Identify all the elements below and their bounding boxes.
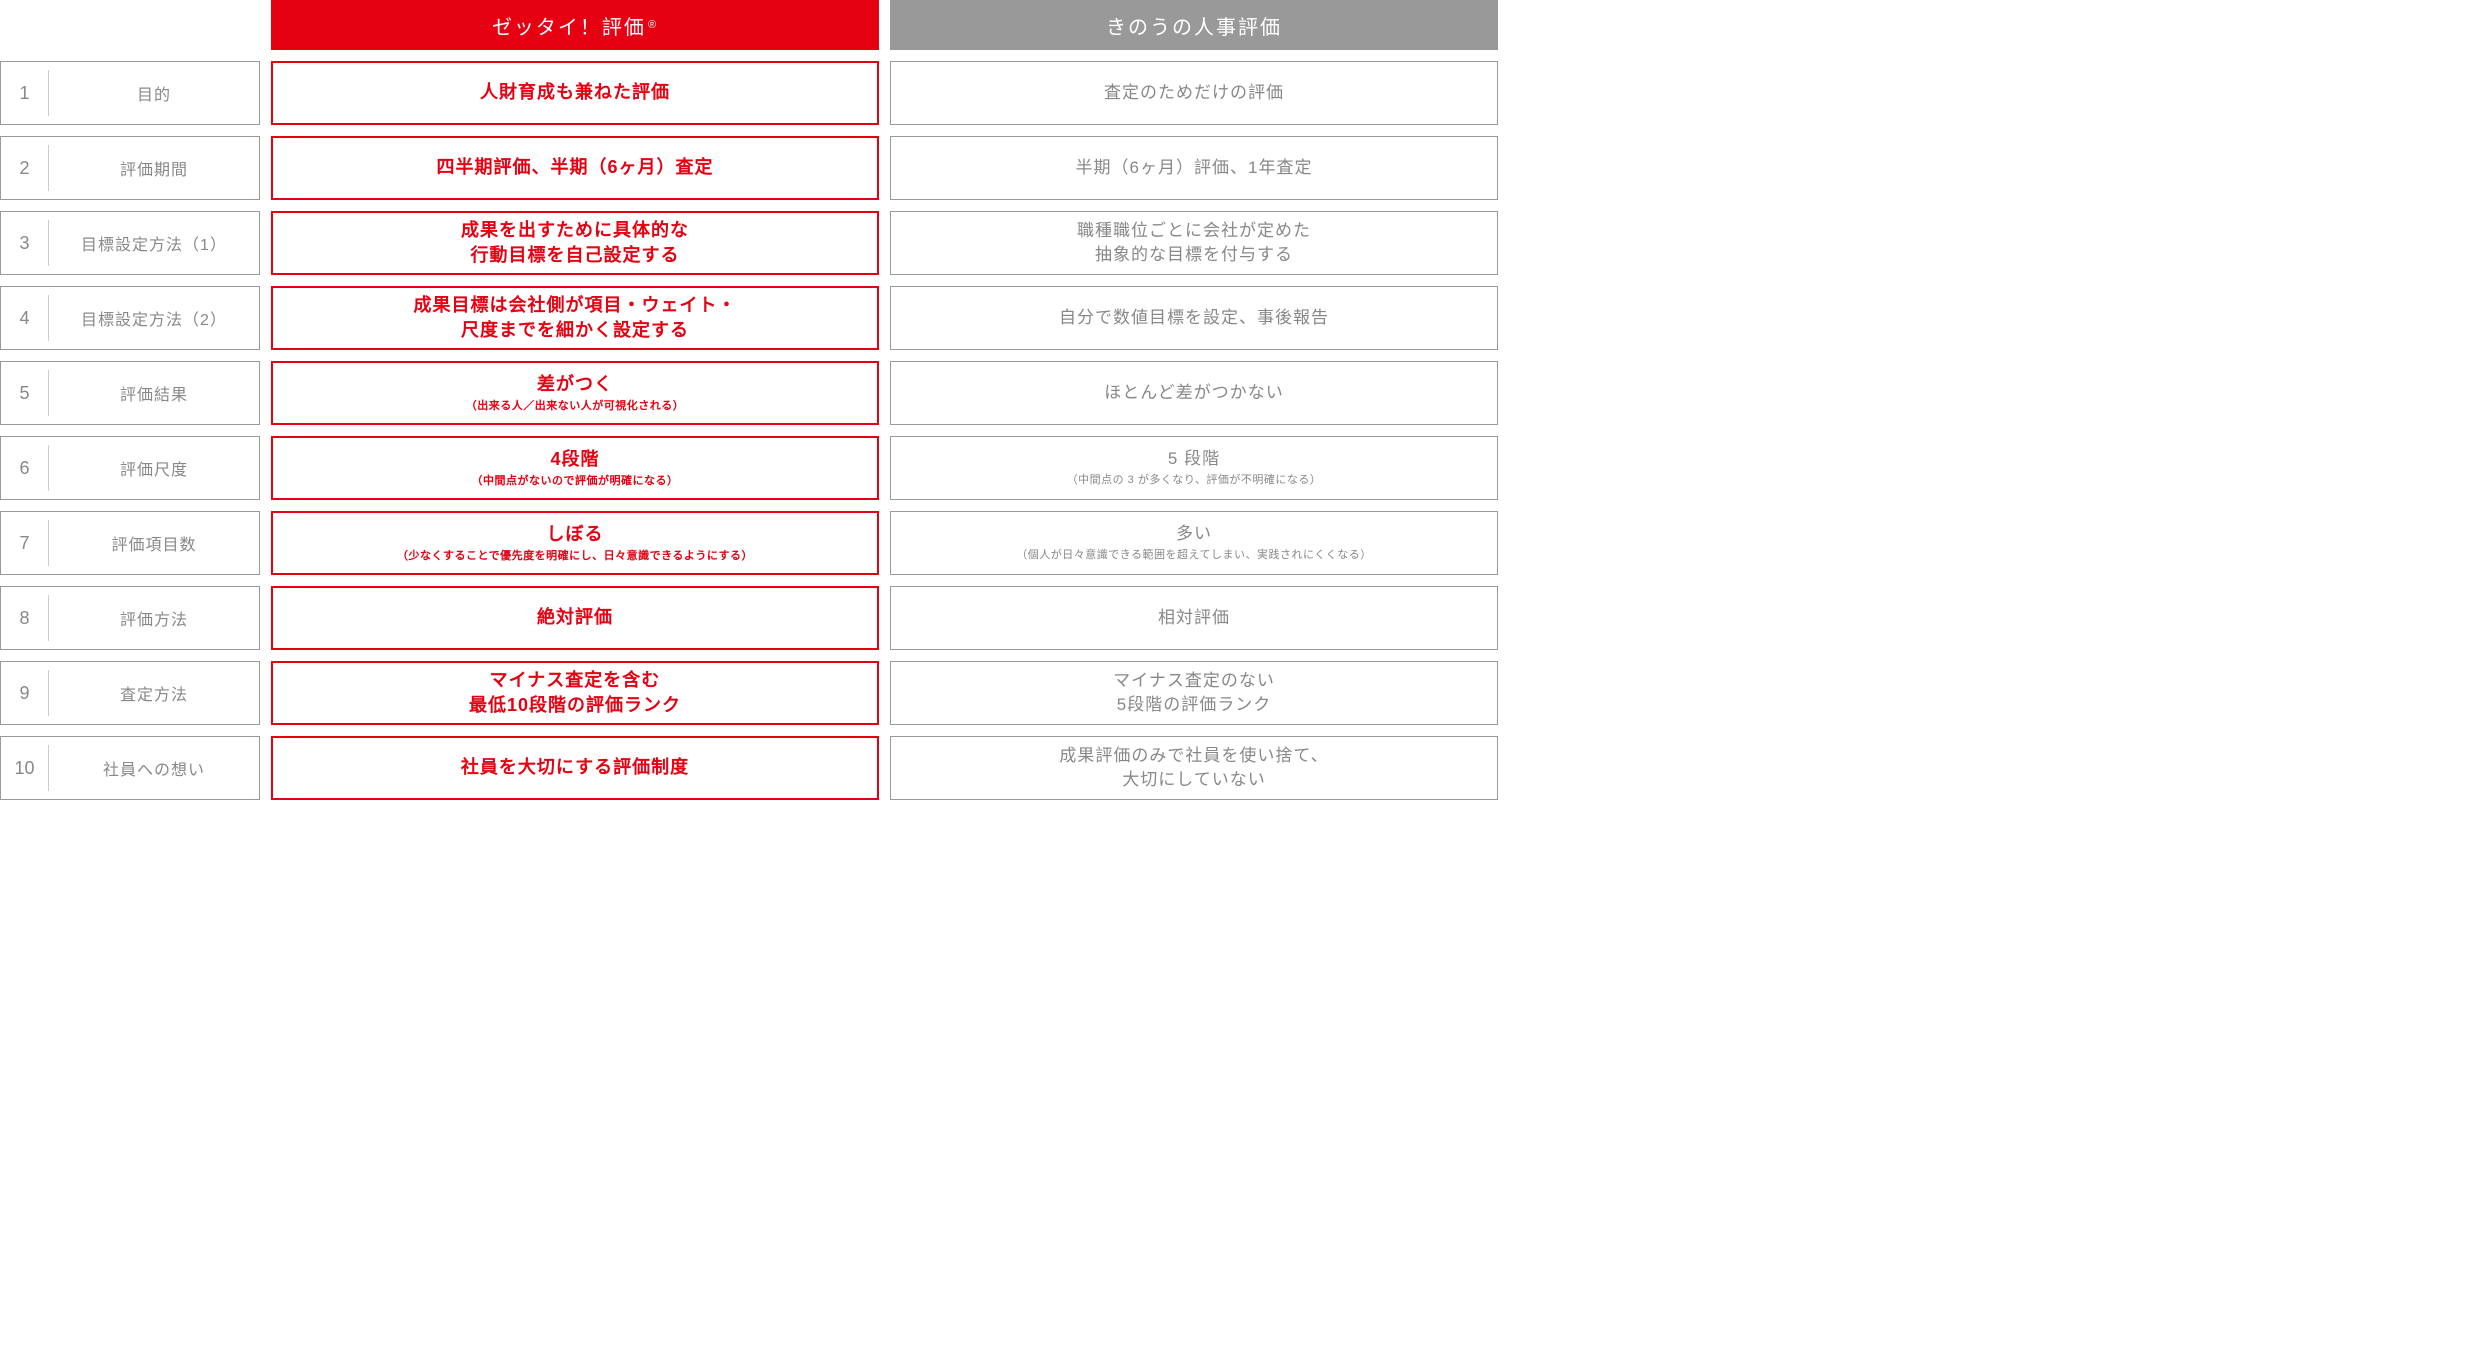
row-num: 2 (1, 145, 49, 191)
red-main: しぼる (547, 522, 604, 547)
row-label: 10 社員への想い (0, 736, 260, 800)
red-main: マイナス査定を含む最低10段階の評価ランク (469, 668, 681, 718)
row-label: 7 評価項目数 (0, 511, 260, 575)
gray-cell: 査定のためだけの評価 (890, 61, 1498, 125)
row-label: 8 評価方法 (0, 586, 260, 650)
red-main: 成果を出すために具体的な行動目標を自己設定する (461, 218, 689, 268)
red-main: 成果目標は会社側が項目・ウェイト・尺度までを細かく設定する (414, 293, 737, 343)
gray-main: 職種職位ごとに会社が定めた抽象的な目標を付与する (1077, 219, 1311, 267)
row-num: 6 (1, 445, 49, 491)
row-label-text: 目標設定方法（1） (49, 212, 259, 274)
gray-cell: 相対評価 (890, 586, 1498, 650)
red-main: 社員を大切にする評価制度 (461, 755, 689, 780)
red-main: 四半期評価、半期（6ヶ月）査定 (436, 155, 713, 180)
red-cell: しぼる （少なくすることで優先度を明確にし、日々意識できるようにする） (271, 511, 879, 575)
gray-cell: 5 段階 （中間点の 3 が多くなり、評価が不明確になる） (890, 436, 1498, 500)
row-num: 10 (1, 745, 49, 791)
row-num: 7 (1, 520, 49, 566)
gray-main: ほとんど差がつかない (1104, 381, 1284, 405)
red-sub: （少なくすることで優先度を明確にし、日々意識できるようにする） (397, 549, 753, 564)
gray-cell: 自分で数値目標を設定、事後報告 (890, 286, 1498, 350)
row-num: 4 (1, 295, 49, 341)
row-label: 2 評価期間 (0, 136, 260, 200)
red-cell: 絶対評価 (271, 586, 879, 650)
red-cell: 人財育成も兼ねた評価 (271, 61, 879, 125)
header-red: ゼッタイ！評価® (271, 0, 879, 50)
gray-main: 半期（6ヶ月）評価、1年査定 (1076, 156, 1313, 180)
red-cell: マイナス査定を含む最低10段階の評価ランク (271, 661, 879, 725)
row-num: 3 (1, 220, 49, 266)
red-cell: 四半期評価、半期（6ヶ月）査定 (271, 136, 879, 200)
row-label-text: 評価項目数 (49, 512, 259, 574)
header-red-text: ゼッタイ！評価 (492, 11, 646, 40)
red-sub: （中間点がないので評価が明確になる） (472, 474, 679, 489)
gray-cell: 多い （個人が日々意識できる範囲を超えてしまい、実践されにくくなる） (890, 511, 1498, 575)
row-label: 6 評価尺度 (0, 436, 260, 500)
row-label-text: 社員への想い (49, 737, 259, 799)
gray-cell: 半期（6ヶ月）評価、1年査定 (890, 136, 1498, 200)
row-label: 5 評価結果 (0, 361, 260, 425)
row-label-text: 評価方法 (49, 587, 259, 649)
row-label-text: 査定方法 (49, 662, 259, 724)
header-gray: きのうの人事評価 (890, 0, 1498, 50)
gray-sub: （個人が日々意識できる範囲を超えてしまい、実践されにくくなる） (1016, 548, 1372, 563)
header-gray-text: きのうの人事評価 (1106, 11, 1282, 40)
row-label-text: 目的 (49, 62, 259, 124)
red-cell: 4段階 （中間点がないので評価が明確になる） (271, 436, 879, 500)
red-sub: （出来る人／出来ない人が可視化される） (466, 399, 685, 414)
red-cell: 社員を大切にする評価制度 (271, 736, 879, 800)
row-num: 1 (1, 70, 49, 116)
row-label: 9 査定方法 (0, 661, 260, 725)
gray-main: 成果評価のみで社員を使い捨て、大切にしていない (1059, 744, 1328, 792)
row-num: 5 (1, 370, 49, 416)
gray-sub: （中間点の 3 が多くなり、評価が不明確になる） (1067, 473, 1322, 488)
row-label-text: 評価結果 (49, 362, 259, 424)
row-label: 4 目標設定方法（2） (0, 286, 260, 350)
gray-main: 自分で数値目標を設定、事後報告 (1059, 306, 1329, 330)
gray-cell: マイナス査定のない5段階の評価ランク (890, 661, 1498, 725)
row-num: 9 (1, 670, 49, 716)
row-label-text: 目標設定方法（2） (49, 287, 259, 349)
red-main: 人財育成も兼ねた評価 (480, 80, 670, 105)
header-red-sup: ® (648, 19, 658, 31)
gray-main: 5 段階 (1168, 447, 1220, 471)
comparison-table: ゼッタイ！評価® きのうの人事評価 1 目的 人財育成も兼ねた評価 査定のためだ… (0, 0, 1512, 800)
gray-main: 相対評価 (1158, 606, 1230, 630)
red-main: 差がつく (537, 372, 613, 397)
row-label-text: 評価尺度 (49, 437, 259, 499)
red-main: 絶対評価 (537, 605, 613, 630)
header-spacer (0, 0, 260, 50)
gray-cell: 成果評価のみで社員を使い捨て、大切にしていない (890, 736, 1498, 800)
red-cell: 成果目標は会社側が項目・ウェイト・尺度までを細かく設定する (271, 286, 879, 350)
gray-main: 多い (1176, 522, 1212, 546)
red-cell: 差がつく （出来る人／出来ない人が可視化される） (271, 361, 879, 425)
red-cell: 成果を出すために具体的な行動目標を自己設定する (271, 211, 879, 275)
gray-cell: 職種職位ごとに会社が定めた抽象的な目標を付与する (890, 211, 1498, 275)
red-main: 4段階 (550, 447, 599, 472)
gray-main: マイナス査定のない5段階の評価ランク (1113, 669, 1275, 717)
row-label: 1 目的 (0, 61, 260, 125)
row-label-text: 評価期間 (49, 137, 259, 199)
gray-main: 査定のためだけの評価 (1104, 81, 1284, 105)
row-label: 3 目標設定方法（1） (0, 211, 260, 275)
row-num: 8 (1, 595, 49, 641)
gray-cell: ほとんど差がつかない (890, 361, 1498, 425)
